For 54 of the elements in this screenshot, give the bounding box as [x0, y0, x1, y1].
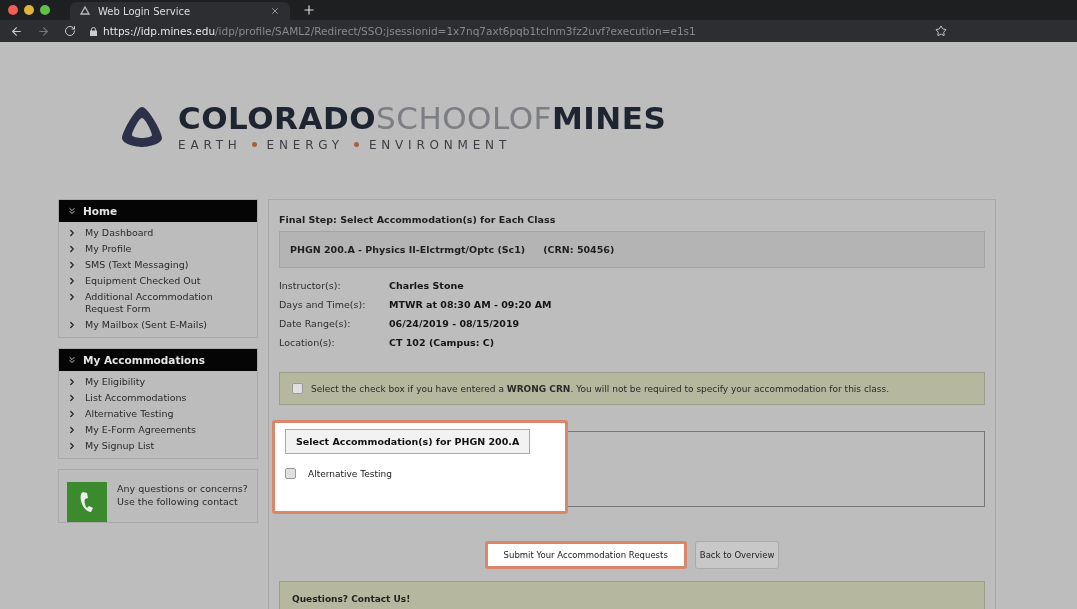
close-icon[interactable]: [270, 6, 280, 16]
triangle-icon: [80, 6, 90, 16]
sidebar-link[interactable]: My Eligibility: [59, 376, 257, 388]
sidebar-link[interactable]: My Signup List: [59, 440, 257, 452]
chevron-right-icon: [67, 320, 77, 330]
fieldset-legend: Select Accommodation(s) for PHGN 200.A: [285, 429, 531, 454]
lock-icon: [90, 26, 97, 36]
chevrons-down-icon: [67, 206, 77, 216]
form-button[interactable]: Submit Your Accommodation Requests: [484, 541, 687, 569]
bullet-icon: [251, 142, 257, 147]
sidebar-link[interactable]: SMS (Text Messaging): [59, 259, 257, 271]
tagline-word: ENERGY: [266, 137, 344, 152]
logo-name: COLORADOSCHOOLOFMINES: [178, 102, 667, 134]
browser-tab[interactable]: Web Login Service: [70, 2, 290, 20]
bullet-icon: [353, 142, 359, 147]
sidebar-link[interactable]: Equipment Checked Out: [59, 275, 257, 287]
form-button[interactable]: Back to Overview: [694, 541, 780, 569]
sidebar-link[interactable]: My E-Form Agreements: [59, 424, 257, 436]
checkbox[interactable]: [285, 468, 296, 479]
sidebar-link[interactable]: List Accommodations: [59, 392, 257, 404]
detail-value: 06/24/2019 - 08/15/2019: [389, 318, 521, 329]
step-heading: Final Step: Select Accommodation(s) for Each Class: [279, 214, 557, 225]
detail-label: Date Range(s):: [279, 318, 352, 329]
close-window-control[interactable]: [8, 5, 18, 15]
checkbox[interactable]: [292, 383, 303, 394]
tagline-word: ENVIRONMENT: [368, 137, 512, 152]
phone-icon: [67, 482, 107, 522]
forward-icon[interactable]: [37, 24, 50, 38]
questions-title: Questions? Contact Us!: [292, 594, 411, 604]
sidebar-link[interactable]: Alternative Testing: [59, 408, 257, 420]
star-icon[interactable]: [935, 25, 947, 37]
tagline-word: EARTH: [178, 137, 242, 152]
chevrons-down-icon: [67, 355, 77, 365]
maximize-window-control[interactable]: [40, 5, 50, 15]
reload-icon[interactable]: [64, 25, 76, 37]
detail-value: MTWR at 08:30 AM - 09:20 AM: [389, 299, 553, 310]
sidebar-link[interactable]: My Mailbox (Sent E-Mails): [59, 319, 257, 331]
sidebar-link[interactable]: Additional Accommodation Request Form: [59, 291, 257, 315]
minimize-window-control[interactable]: [24, 5, 34, 15]
detail-value: CT 102 (Campus: C): [389, 337, 496, 348]
notice-text: Select the check box if you have entered a WRONG CRN. You will not be required to specify your accommodation for this class.: [311, 383, 890, 394]
detail-label: Days and Time(s):: [279, 299, 367, 310]
section-header[interactable]: My Accommodations: [59, 349, 257, 371]
detail-value: Charles Stone: [389, 280, 465, 291]
plus-icon[interactable]: [302, 3, 316, 17]
class-bar: PHGN 200.A - Physics II-Elctrmgt/Optc (Sc1) (CRN: 50456): [279, 231, 985, 268]
detail-label: Location(s):: [279, 337, 336, 348]
sidebar-link[interactable]: My Profile: [59, 243, 257, 255]
section-header[interactable]: Home: [59, 200, 257, 222]
sidebar-link[interactable]: My Dashboard: [59, 227, 257, 239]
option-label: Alternative Testing: [308, 468, 392, 479]
contact-text: Any questions or concerns? Use the following contact: [117, 482, 248, 509]
back-icon[interactable]: [10, 24, 23, 38]
detail-label: Instructor(s):: [279, 280, 342, 291]
